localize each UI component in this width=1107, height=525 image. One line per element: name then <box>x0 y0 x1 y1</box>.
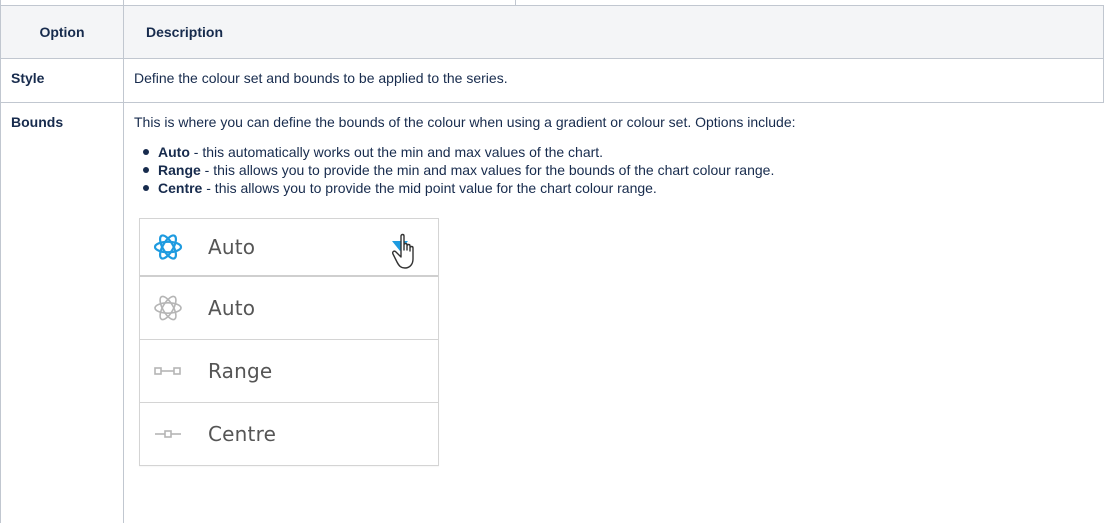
hand-cursor-icon <box>392 233 422 275</box>
bounds-dropdown-image: Auto Auto Range Centre <box>139 218 439 466</box>
option-label: Range <box>208 359 273 383</box>
bullet-text: - this allows you to provide the mid poi… <box>202 180 657 196</box>
bullet-text: - this allows you to provide the min and… <box>200 162 775 178</box>
dropdown-option-centre[interactable]: Centre <box>140 403 438 465</box>
table-header-row: Option Description <box>0 5 1104 59</box>
description-cell: This is where you can define the bounds … <box>123 102 1104 523</box>
dropdown-option-range[interactable]: Range <box>140 340 438 403</box>
dropdown-option-auto[interactable]: Auto <box>140 277 438 340</box>
list-item: Centre - this allows you to provide the … <box>143 179 1094 197</box>
description-cell: Define the colour set and bounds to be a… <box>123 58 1104 103</box>
table-row: Bounds This is where you can define the … <box>0 102 1104 523</box>
atom-icon <box>151 291 185 325</box>
option-cell: Bounds <box>0 102 124 523</box>
bounds-options-list: Auto - this automatically works out the … <box>134 143 1094 197</box>
bullet-term: Range <box>158 162 201 178</box>
option-cell: Style <box>0 58 124 103</box>
option-label: Centre <box>208 422 277 446</box>
list-item: Auto - this automatically works out the … <box>143 143 1094 161</box>
centre-icon <box>151 417 185 451</box>
bounds-intro: This is where you can define the bounds … <box>134 114 796 130</box>
table-row: Style Define the colour set and bounds t… <box>0 58 1104 103</box>
bullet-term: Auto <box>158 144 190 160</box>
list-item: Range - this allows you to provide the m… <box>143 161 1094 179</box>
options-table: Option Description Style Define the colo… <box>0 5 1104 523</box>
atom-icon <box>151 230 185 264</box>
range-icon <box>151 354 185 388</box>
header-option: Option <box>0 5 124 59</box>
header-description: Description <box>123 5 1104 59</box>
dropdown-selected[interactable]: Auto <box>140 219 438 277</box>
option-label: Auto <box>208 296 256 320</box>
bullet-term: Centre <box>158 180 203 196</box>
selected-label: Auto <box>208 235 256 259</box>
bullet-text: - this automatically works out the min a… <box>189 144 604 160</box>
